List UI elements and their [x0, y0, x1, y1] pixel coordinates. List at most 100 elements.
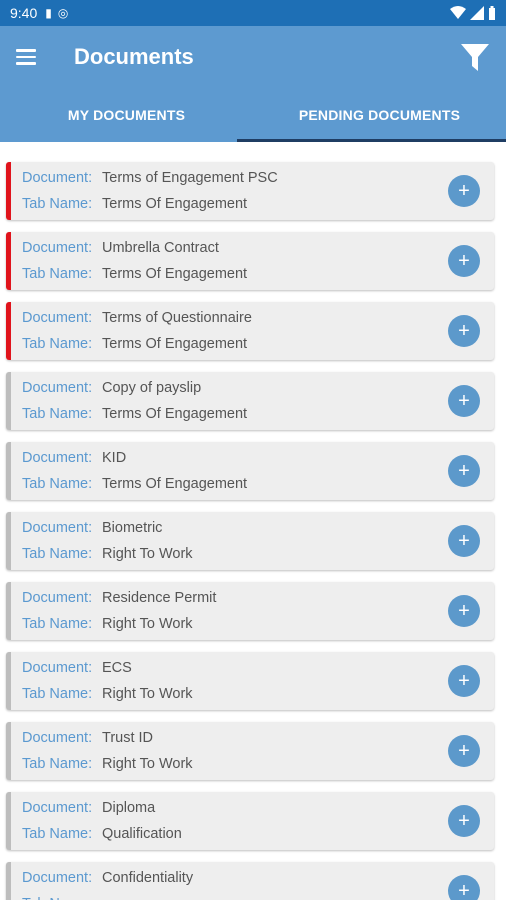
- active-tab-indicator: [237, 139, 506, 142]
- document-row: Document: Confidentiality: [22, 865, 448, 891]
- document-card[interactable]: Document: ECS Tab Name: Right To Work +: [6, 652, 494, 710]
- filter-icon[interactable]: [460, 42, 490, 72]
- document-card[interactable]: Document: Residence Permit Tab Name: Rig…: [6, 582, 494, 640]
- document-details: Document: Confidentiality Tab Name:: [6, 865, 448, 900]
- tab-name-value: Terms Of Engagement: [102, 266, 248, 282]
- urgent-indicator: [6, 232, 11, 290]
- add-document-button[interactable]: +: [448, 875, 480, 900]
- document-label: Document:: [22, 520, 93, 536]
- document-row: Document: Umbrella Contract: [22, 235, 448, 261]
- document-name: Trust ID: [102, 730, 154, 746]
- document-card[interactable]: Document: Terms of Engagement PSC Tab Na…: [6, 162, 494, 220]
- add-document-button[interactable]: +: [448, 805, 480, 837]
- tab-name-value: Terms Of Engagement: [102, 336, 248, 352]
- document-row: Document: ECS: [22, 655, 448, 681]
- add-document-button[interactable]: +: [448, 455, 480, 487]
- document-label: Document:: [22, 310, 93, 326]
- document-name: Terms of Questionnaire: [102, 310, 252, 326]
- status-indicator: [6, 652, 11, 710]
- document-card[interactable]: Document: Copy of payslip Tab Name: Term…: [6, 372, 494, 430]
- document-label: Document:: [22, 380, 93, 396]
- plus-icon: +: [458, 599, 470, 622]
- menu-icon[interactable]: [16, 43, 44, 71]
- tab-name-label: Tab Name:: [22, 406, 93, 422]
- app-bar: Documents: [0, 26, 506, 88]
- tab-name-label: Tab Name:: [22, 891, 102, 900]
- add-document-button[interactable]: +: [448, 245, 480, 277]
- tab-name-row: Tab Name: Terms Of Engagement: [22, 401, 448, 427]
- tab-name-label: Tab Name:: [22, 266, 93, 282]
- status-indicator: [6, 582, 11, 640]
- document-name: Biometric: [102, 520, 163, 536]
- tab-name-row: Tab Name: Right To Work: [22, 751, 448, 777]
- tab-name-value: Right To Work: [102, 686, 193, 702]
- document-row: Document: Diploma: [22, 795, 448, 821]
- document-details: Document: Terms of Questionnaire Tab Nam…: [6, 305, 448, 357]
- tab-bar: MY DOCUMENTS PENDING DOCUMENTS: [0, 88, 506, 142]
- document-card[interactable]: Document: Trust ID Tab Name: Right To Wo…: [6, 722, 494, 780]
- plus-icon: +: [458, 879, 470, 900]
- document-details: Document: Biometric Tab Name: Right To W…: [6, 515, 448, 567]
- document-details: Document: Terms of Engagement PSC Tab Na…: [6, 165, 448, 217]
- add-document-button[interactable]: +: [448, 315, 480, 347]
- page-title: Documents: [74, 44, 194, 69]
- document-details: Document: Residence Permit Tab Name: Rig…: [6, 585, 448, 637]
- document-details: Document: Diploma Tab Name: Qualificatio…: [6, 795, 448, 847]
- tab-name-value: Terms Of Engagement: [102, 196, 248, 212]
- tab-name-value: Terms Of Engagement: [102, 476, 248, 492]
- document-details: Document: Trust ID Tab Name: Right To Wo…: [6, 725, 448, 777]
- add-document-button[interactable]: +: [448, 525, 480, 557]
- document-card[interactable]: Document: Terms of Questionnaire Tab Nam…: [6, 302, 494, 360]
- document-row: Document: Residence Permit: [22, 585, 448, 611]
- document-row: Document: Copy of payslip: [22, 375, 448, 401]
- signal-icon: [470, 6, 484, 20]
- wifi-icon: [450, 6, 466, 19]
- tab-name-value: Right To Work: [102, 546, 193, 562]
- add-document-button[interactable]: +: [448, 735, 480, 767]
- status-indicator: [6, 442, 11, 500]
- document-card[interactable]: Document: KID Tab Name: Terms Of Engagem…: [6, 442, 494, 500]
- document-name: ECS: [102, 660, 132, 676]
- status-indicator: [6, 512, 11, 570]
- document-label: Document:: [22, 730, 93, 746]
- document-card[interactable]: Document: Confidentiality Tab Name: +: [6, 862, 494, 900]
- status-indicator: [6, 722, 11, 780]
- add-document-button[interactable]: +: [448, 665, 480, 697]
- document-name: Diploma: [102, 800, 156, 816]
- document-card[interactable]: Document: Umbrella Contract Tab Name: Te…: [6, 232, 494, 290]
- document-list: Document: Terms of Engagement PSC Tab Na…: [0, 142, 506, 900]
- tab-name-value: Right To Work: [102, 616, 193, 632]
- tab-my-documents[interactable]: MY DOCUMENTS: [0, 88, 253, 142]
- document-details: Document: KID Tab Name: Terms Of Engagem…: [6, 445, 448, 497]
- tab-name-label: Tab Name:: [22, 616, 93, 632]
- status-indicator: [6, 862, 11, 900]
- plus-icon: +: [458, 669, 470, 692]
- document-name: KID: [102, 450, 127, 466]
- plus-icon: +: [458, 459, 470, 482]
- document-card[interactable]: Document: Diploma Tab Name: Qualificatio…: [6, 792, 494, 850]
- add-document-button[interactable]: +: [448, 595, 480, 627]
- plus-icon: +: [458, 739, 470, 762]
- tab-pending-documents[interactable]: PENDING DOCUMENTS: [253, 88, 506, 142]
- sd-card-icon: ▮: [45, 6, 52, 20]
- urgent-indicator: [6, 302, 11, 360]
- tab-name-label: Tab Name:: [22, 196, 93, 212]
- document-card[interactable]: Document: Biometric Tab Name: Right To W…: [6, 512, 494, 570]
- tab-name-label: Tab Name:: [22, 756, 93, 772]
- add-document-button[interactable]: +: [448, 385, 480, 417]
- document-name: Confidentiality: [102, 870, 194, 886]
- document-label: Document:: [22, 240, 93, 256]
- tab-name-label: Tab Name:: [22, 546, 93, 562]
- tab-name-value: Terms Of Engagement: [102, 406, 248, 422]
- sync-icon: ◎: [57, 6, 69, 20]
- plus-icon: +: [458, 389, 470, 412]
- document-label: Document:: [22, 170, 93, 186]
- tab-name-label: Tab Name:: [22, 826, 93, 842]
- document-label: Document:: [22, 800, 93, 816]
- plus-icon: +: [458, 529, 470, 552]
- status-bar: 9:40 ▮ ◎: [0, 0, 506, 26]
- document-row: Document: Biometric: [22, 515, 448, 541]
- tab-name-row: Tab Name: Terms Of Engagement: [22, 471, 448, 497]
- document-label: Document:: [22, 870, 93, 886]
- add-document-button[interactable]: +: [448, 175, 480, 207]
